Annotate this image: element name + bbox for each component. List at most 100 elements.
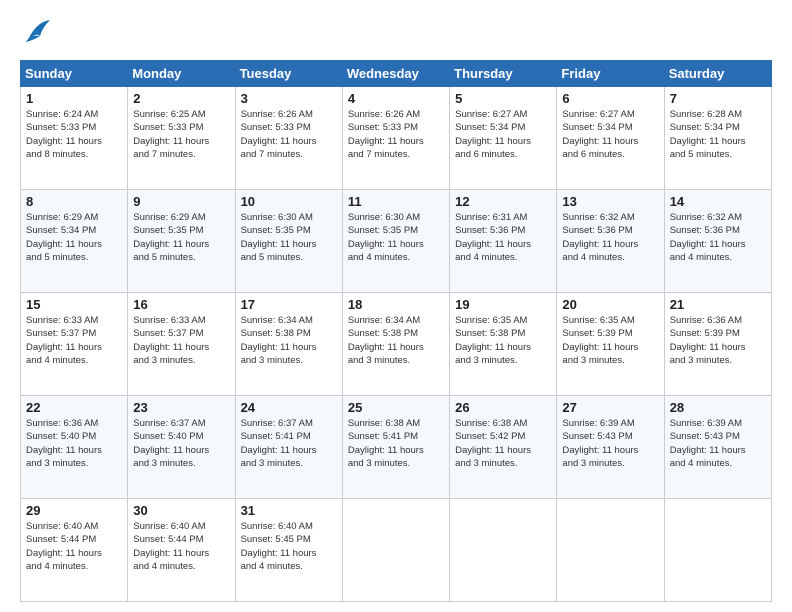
- day-info: Sunrise: 6:39 AMSunset: 5:43 PMDaylight:…: [562, 417, 658, 470]
- calendar-cell: 31 Sunrise: 6:40 AMSunset: 5:45 PMDaylig…: [235, 499, 342, 602]
- calendar-cell: 12 Sunrise: 6:31 AMSunset: 5:36 PMDaylig…: [450, 190, 557, 293]
- calendar-cell: 2 Sunrise: 6:25 AMSunset: 5:33 PMDayligh…: [128, 87, 235, 190]
- day-info: Sunrise: 6:40 AMSunset: 5:45 PMDaylight:…: [241, 520, 337, 573]
- logo: [20, 18, 56, 50]
- day-number: 22: [26, 400, 122, 415]
- calendar-header-row: SundayMondayTuesdayWednesdayThursdayFrid…: [21, 61, 772, 87]
- day-number: 5: [455, 91, 551, 106]
- calendar-header-tuesday: Tuesday: [235, 61, 342, 87]
- day-number: 16: [133, 297, 229, 312]
- calendar-header-saturday: Saturday: [664, 61, 771, 87]
- day-info: Sunrise: 6:28 AMSunset: 5:34 PMDaylight:…: [670, 108, 766, 161]
- calendar-cell: 14 Sunrise: 6:32 AMSunset: 5:36 PMDaylig…: [664, 190, 771, 293]
- day-info: Sunrise: 6:33 AMSunset: 5:37 PMDaylight:…: [133, 314, 229, 367]
- calendar-week-1: 1 Sunrise: 6:24 AMSunset: 5:33 PMDayligh…: [21, 87, 772, 190]
- calendar-cell: 16 Sunrise: 6:33 AMSunset: 5:37 PMDaylig…: [128, 293, 235, 396]
- calendar-header-sunday: Sunday: [21, 61, 128, 87]
- calendar-cell: 4 Sunrise: 6:26 AMSunset: 5:33 PMDayligh…: [342, 87, 449, 190]
- day-number: 20: [562, 297, 658, 312]
- day-number: 7: [670, 91, 766, 106]
- day-info: Sunrise: 6:34 AMSunset: 5:38 PMDaylight:…: [348, 314, 444, 367]
- calendar-cell: [342, 499, 449, 602]
- calendar-cell: 30 Sunrise: 6:40 AMSunset: 5:44 PMDaylig…: [128, 499, 235, 602]
- day-number: 27: [562, 400, 658, 415]
- calendar-cell: [557, 499, 664, 602]
- calendar-cell: 28 Sunrise: 6:39 AMSunset: 5:43 PMDaylig…: [664, 396, 771, 499]
- calendar-cell: 9 Sunrise: 6:29 AMSunset: 5:35 PMDayligh…: [128, 190, 235, 293]
- calendar-cell: 7 Sunrise: 6:28 AMSunset: 5:34 PMDayligh…: [664, 87, 771, 190]
- day-info: Sunrise: 6:33 AMSunset: 5:37 PMDaylight:…: [26, 314, 122, 367]
- calendar-cell: 6 Sunrise: 6:27 AMSunset: 5:34 PMDayligh…: [557, 87, 664, 190]
- day-info: Sunrise: 6:27 AMSunset: 5:34 PMDaylight:…: [562, 108, 658, 161]
- calendar-week-2: 8 Sunrise: 6:29 AMSunset: 5:34 PMDayligh…: [21, 190, 772, 293]
- day-number: 19: [455, 297, 551, 312]
- day-info: Sunrise: 6:26 AMSunset: 5:33 PMDaylight:…: [348, 108, 444, 161]
- calendar-cell: 10 Sunrise: 6:30 AMSunset: 5:35 PMDaylig…: [235, 190, 342, 293]
- calendar-cell: 3 Sunrise: 6:26 AMSunset: 5:33 PMDayligh…: [235, 87, 342, 190]
- calendar-cell: 25 Sunrise: 6:38 AMSunset: 5:41 PMDaylig…: [342, 396, 449, 499]
- day-info: Sunrise: 6:31 AMSunset: 5:36 PMDaylight:…: [455, 211, 551, 264]
- calendar-cell: 11 Sunrise: 6:30 AMSunset: 5:35 PMDaylig…: [342, 190, 449, 293]
- day-info: Sunrise: 6:40 AMSunset: 5:44 PMDaylight:…: [26, 520, 122, 573]
- calendar-cell: 26 Sunrise: 6:38 AMSunset: 5:42 PMDaylig…: [450, 396, 557, 499]
- calendar-cell: 19 Sunrise: 6:35 AMSunset: 5:38 PMDaylig…: [450, 293, 557, 396]
- day-number: 6: [562, 91, 658, 106]
- day-info: Sunrise: 6:30 AMSunset: 5:35 PMDaylight:…: [241, 211, 337, 264]
- day-number: 13: [562, 194, 658, 209]
- day-number: 14: [670, 194, 766, 209]
- day-info: Sunrise: 6:40 AMSunset: 5:44 PMDaylight:…: [133, 520, 229, 573]
- day-info: Sunrise: 6:39 AMSunset: 5:43 PMDaylight:…: [670, 417, 766, 470]
- calendar-week-5: 29 Sunrise: 6:40 AMSunset: 5:44 PMDaylig…: [21, 499, 772, 602]
- day-info: Sunrise: 6:26 AMSunset: 5:33 PMDaylight:…: [241, 108, 337, 161]
- day-number: 24: [241, 400, 337, 415]
- calendar-cell: 15 Sunrise: 6:33 AMSunset: 5:37 PMDaylig…: [21, 293, 128, 396]
- day-number: 2: [133, 91, 229, 106]
- calendar-cell: 13 Sunrise: 6:32 AMSunset: 5:36 PMDaylig…: [557, 190, 664, 293]
- day-number: 30: [133, 503, 229, 518]
- day-number: 28: [670, 400, 766, 415]
- calendar-cell: 24 Sunrise: 6:37 AMSunset: 5:41 PMDaylig…: [235, 396, 342, 499]
- day-info: Sunrise: 6:29 AMSunset: 5:35 PMDaylight:…: [133, 211, 229, 264]
- day-info: Sunrise: 6:36 AMSunset: 5:39 PMDaylight:…: [670, 314, 766, 367]
- day-number: 10: [241, 194, 337, 209]
- day-info: Sunrise: 6:24 AMSunset: 5:33 PMDaylight:…: [26, 108, 122, 161]
- calendar-cell: 18 Sunrise: 6:34 AMSunset: 5:38 PMDaylig…: [342, 293, 449, 396]
- calendar-header-friday: Friday: [557, 61, 664, 87]
- day-number: 15: [26, 297, 122, 312]
- day-number: 8: [26, 194, 122, 209]
- calendar-cell: 5 Sunrise: 6:27 AMSunset: 5:34 PMDayligh…: [450, 87, 557, 190]
- calendar-week-3: 15 Sunrise: 6:33 AMSunset: 5:37 PMDaylig…: [21, 293, 772, 396]
- day-number: 18: [348, 297, 444, 312]
- day-number: 25: [348, 400, 444, 415]
- day-number: 1: [26, 91, 122, 106]
- day-number: 12: [455, 194, 551, 209]
- day-number: 31: [241, 503, 337, 518]
- logo-bird-icon: [20, 18, 52, 50]
- calendar-table: SundayMondayTuesdayWednesdayThursdayFrid…: [20, 60, 772, 602]
- day-number: 11: [348, 194, 444, 209]
- day-info: Sunrise: 6:38 AMSunset: 5:41 PMDaylight:…: [348, 417, 444, 470]
- day-info: Sunrise: 6:35 AMSunset: 5:39 PMDaylight:…: [562, 314, 658, 367]
- day-number: 9: [133, 194, 229, 209]
- day-info: Sunrise: 6:36 AMSunset: 5:40 PMDaylight:…: [26, 417, 122, 470]
- day-number: 29: [26, 503, 122, 518]
- page: SundayMondayTuesdayWednesdayThursdayFrid…: [0, 0, 792, 612]
- day-info: Sunrise: 6:37 AMSunset: 5:41 PMDaylight:…: [241, 417, 337, 470]
- day-info: Sunrise: 6:29 AMSunset: 5:34 PMDaylight:…: [26, 211, 122, 264]
- day-info: Sunrise: 6:34 AMSunset: 5:38 PMDaylight:…: [241, 314, 337, 367]
- day-info: Sunrise: 6:35 AMSunset: 5:38 PMDaylight:…: [455, 314, 551, 367]
- calendar-header-wednesday: Wednesday: [342, 61, 449, 87]
- calendar-cell: 8 Sunrise: 6:29 AMSunset: 5:34 PMDayligh…: [21, 190, 128, 293]
- calendar-cell: 21 Sunrise: 6:36 AMSunset: 5:39 PMDaylig…: [664, 293, 771, 396]
- day-number: 21: [670, 297, 766, 312]
- calendar-cell: 1 Sunrise: 6:24 AMSunset: 5:33 PMDayligh…: [21, 87, 128, 190]
- calendar-cell: 20 Sunrise: 6:35 AMSunset: 5:39 PMDaylig…: [557, 293, 664, 396]
- calendar-header-monday: Monday: [128, 61, 235, 87]
- day-info: Sunrise: 6:37 AMSunset: 5:40 PMDaylight:…: [133, 417, 229, 470]
- day-info: Sunrise: 6:32 AMSunset: 5:36 PMDaylight:…: [562, 211, 658, 264]
- day-number: 26: [455, 400, 551, 415]
- calendar-cell: 23 Sunrise: 6:37 AMSunset: 5:40 PMDaylig…: [128, 396, 235, 499]
- header: [20, 18, 772, 50]
- day-number: 17: [241, 297, 337, 312]
- calendar-cell: 29 Sunrise: 6:40 AMSunset: 5:44 PMDaylig…: [21, 499, 128, 602]
